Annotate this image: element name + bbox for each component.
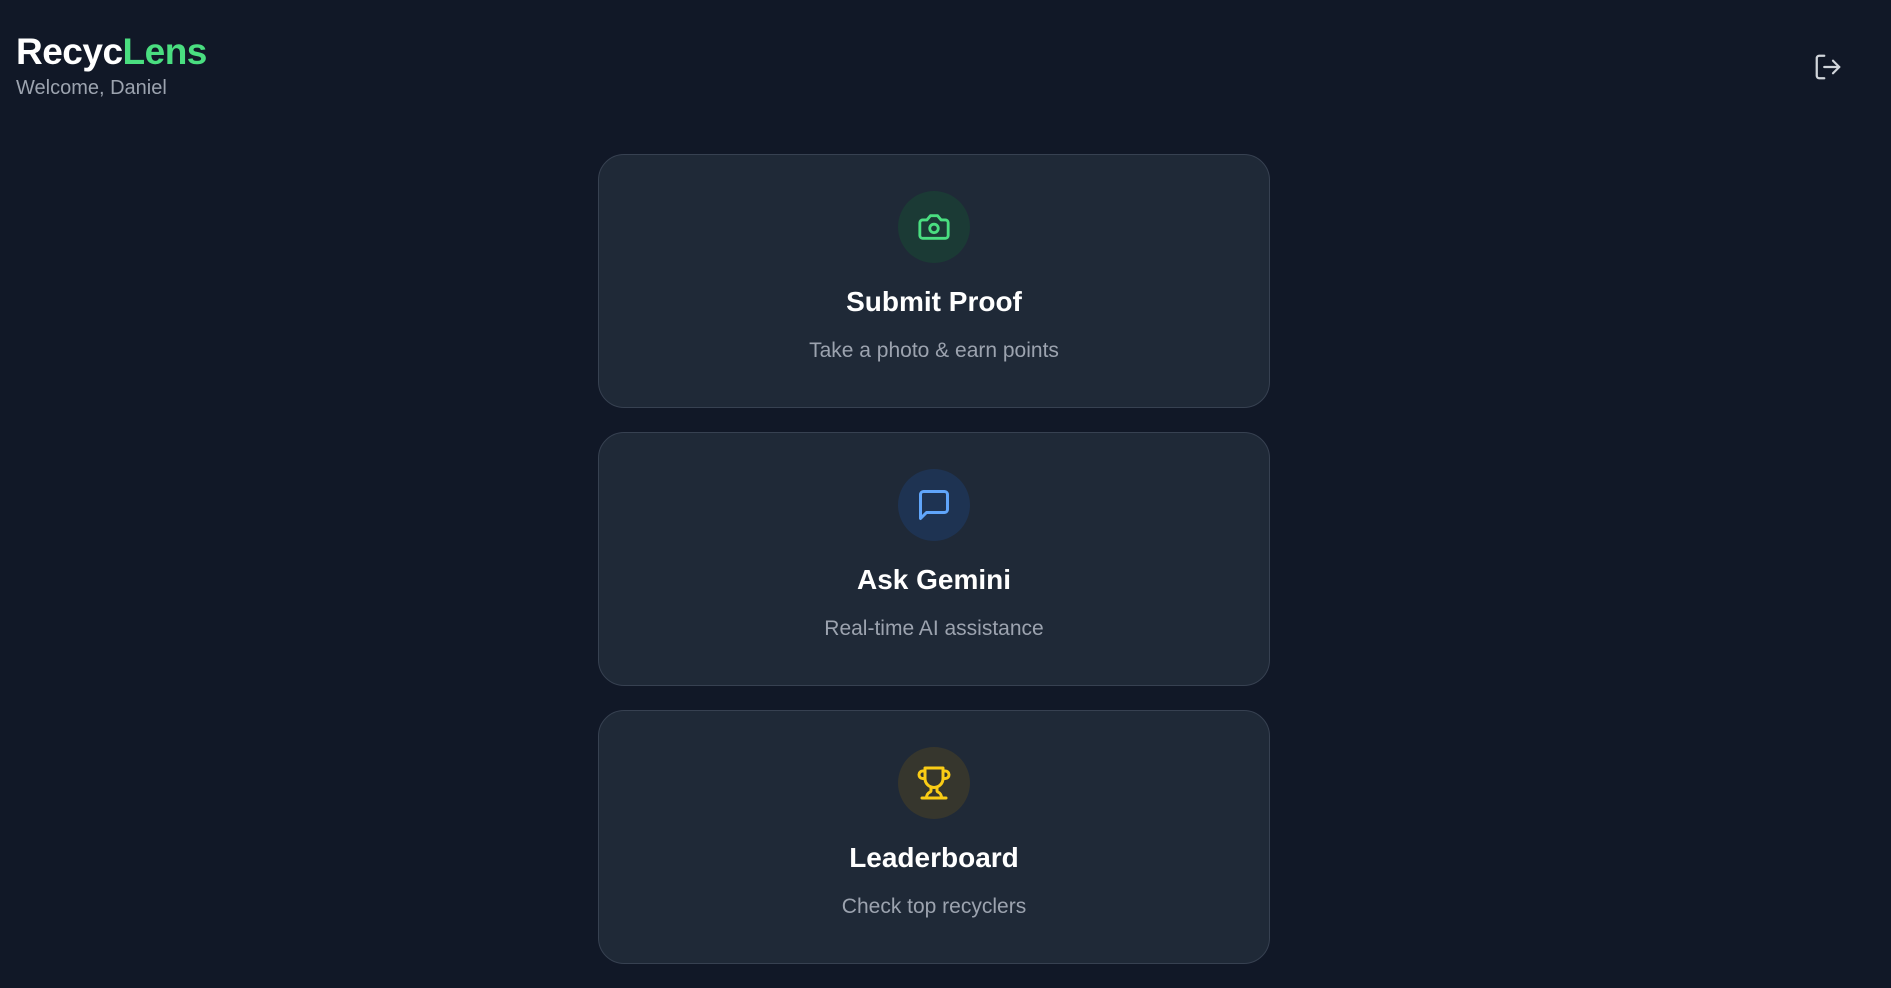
- card-title: Ask Gemini: [856, 564, 1012, 595]
- app-header: RecycLens Welcome, Daniel: [16, 30, 207, 100]
- chat-bubble-icon: [919, 490, 949, 520]
- leaderboard-card[interactable]: Leaderboard Check top recyclers: [598, 710, 1270, 964]
- app-logo: RecycLens: [16, 30, 207, 74]
- ask-gemini-card[interactable]: Ask Gemini Real-time AI assistance: [598, 432, 1270, 686]
- brand-name-part-2: Lens: [122, 31, 208, 72]
- camera-icon: [918, 214, 950, 240]
- action-cards: Submit Proof Take a photo & earn points …: [598, 154, 1270, 988]
- camera-icon-badge: [898, 191, 970, 263]
- card-subtitle: Check top recyclers: [841, 895, 1027, 918]
- brand-name-part-1: Recyc: [16, 31, 123, 72]
- trophy-icon-badge: [898, 747, 970, 819]
- logout-icon: [1815, 54, 1841, 80]
- chat-bubble-icon-badge: [898, 469, 970, 541]
- logout-button[interactable]: [1811, 50, 1845, 84]
- trophy-icon: [917, 766, 951, 800]
- card-subtitle: Real-time AI assistance: [824, 617, 1044, 640]
- submit-proof-card[interactable]: Submit Proof Take a photo & earn points: [598, 154, 1270, 408]
- card-title: Leaderboard: [849, 842, 1019, 873]
- card-subtitle: Take a photo & earn points: [809, 339, 1059, 362]
- welcome-message: Welcome, Daniel: [16, 77, 167, 99]
- card-title: Submit Proof: [846, 286, 1022, 317]
